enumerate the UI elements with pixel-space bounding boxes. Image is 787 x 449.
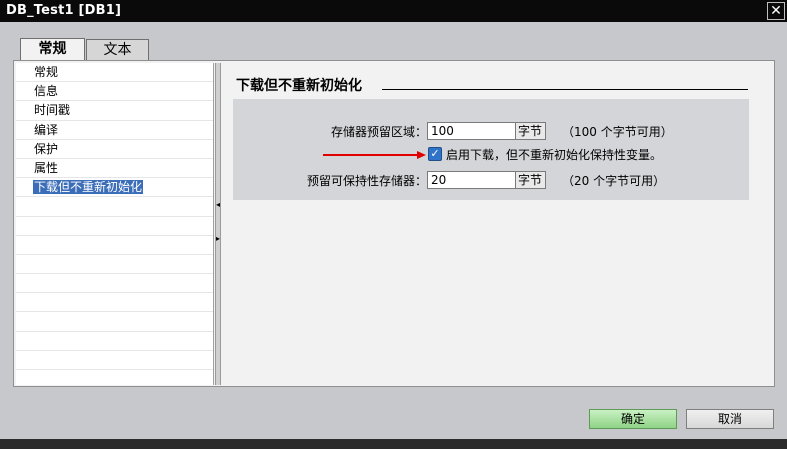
settings-pane: 下载但不重新初始化 存储器预留区域： 100 字节 （100 个字节可用） ✓ … [222,63,774,385]
collapse-left-icon[interactable]: ◂ [216,201,220,209]
sidebar-item-label: 属性 [34,160,59,175]
sidebar-item-download-without-reinit[interactable]: 下载但不重新初始化 [16,178,213,198]
retain-reserve-input[interactable]: 20 [427,171,516,189]
tab-general[interactable]: 常规 [20,38,85,62]
sidebar-item-compile[interactable]: 编译 [16,121,213,140]
sidebar-empty-row [16,332,213,351]
sidebar-item-attributes[interactable]: 属性 [16,159,213,179]
sidebar-item-label: 下载但不重新初始化 [33,180,144,195]
sidebar-item-label: 时间戳 [34,103,71,118]
section-title: 下载但不重新初始化 [236,78,362,94]
close-icon[interactable]: ✕ [767,2,785,20]
sidebar-empty-row [16,217,213,236]
retain-reserve-label: 预留可保持性存储器： [306,174,427,188]
sidebar-nav: 常规 信息 时间戳 编译 保护 属性 下载但不重新初始化 [16,63,214,385]
sidebar-item-protection[interactable]: 保护 [16,140,213,159]
sidebar-item-label: 常规 [34,65,59,79]
retain-reserve-unit: 字节 [516,171,546,189]
annotation-arrow-line [323,154,419,156]
content-area: 常规 信息 时间戳 编译 保护 属性 下载但不重新初始化 ◂ ▸ 下载但不重新初… [13,60,775,387]
memory-reserve-available: （100 个字节可用） [562,125,673,139]
sidebar-item-label: 信息 [34,84,59,99]
window-title: DB_Test1 [DB1] [6,3,122,18]
sidebar-empty-row [16,351,213,370]
enable-download-label[interactable]: 启用下载，但不重新初始化保持性变量。 [446,146,662,163]
sidebar-item-info[interactable]: 信息 [16,82,213,102]
sidebar-item-timestamp[interactable]: 时间戳 [16,101,213,121]
retain-reserve-available: （20 个字节可用） [562,174,666,188]
dialog-footer: 确定 取消 [0,395,787,439]
memory-reserve-unit: 字节 [516,122,546,140]
dialog-window: DB_Test1 [DB1] ✕ 常规 文本 常规 信息 时间戳 编译 保护 属… [0,0,787,449]
memory-reserve-label: 存储器预留区域： [331,125,428,139]
tab-text[interactable]: 文本 [86,39,149,60]
sidebar-item-label: 编译 [34,122,59,137]
sidebar-empty-row [16,236,213,255]
panel-splitter[interactable]: ◂ ▸ [215,63,221,385]
sidebar-empty-row [16,255,213,275]
sidebar-empty-row [16,197,213,217]
cancel-button[interactable]: 取消 [686,409,774,429]
sidebar-empty-row [16,312,213,332]
title-bar: DB_Test1 [DB1] ✕ [0,0,787,22]
enable-download-checkbox[interactable]: ✓ [428,147,442,161]
section-divider [382,89,748,90]
ok-button[interactable]: 确定 [589,409,677,429]
sidebar-item-general[interactable]: 常规 [16,63,213,83]
memory-reserve-input[interactable]: 100 [427,122,516,140]
settings-panel: 存储器预留区域： 100 字节 （100 个字节可用） ✓ 启用下载，但不重新初… [233,99,749,200]
expand-right-icon[interactable]: ▸ [216,235,220,243]
sidebar-empty-row [16,293,213,313]
sidebar-item-label: 保护 [34,141,59,156]
annotation-arrow-head [417,151,426,159]
sidebar-empty-row [16,274,213,294]
bottom-edge [0,439,787,449]
